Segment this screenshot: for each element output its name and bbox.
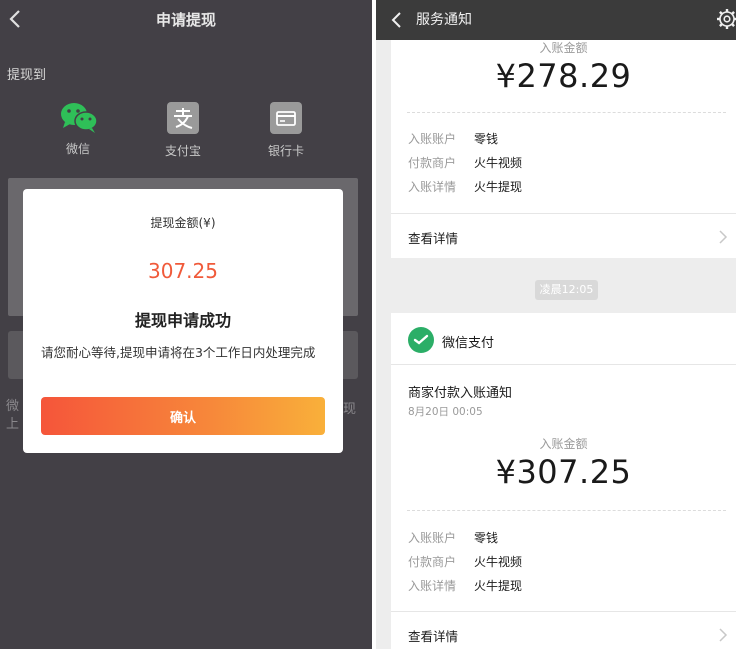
info-value: 火牛视频 — [474, 555, 523, 569]
divider — [391, 213, 736, 214]
view-details-link[interactable]: 查看详情 — [408, 228, 458, 247]
amount-label: 入账金额 — [539, 437, 588, 451]
info-row: 付款商户 火牛视频 — [408, 154, 522, 171]
method-label: 微信 — [65, 142, 90, 156]
method-label: 支付宝 — [164, 144, 201, 158]
wechat-icon — [59, 100, 98, 136]
wechat-pay-icon — [408, 327, 434, 353]
pay-service-name: 微信支付 — [442, 336, 495, 351]
info-value: 火牛视频 — [474, 156, 523, 170]
chevron-right-icon — [719, 628, 728, 642]
hint-text-left: 微 上 — [6, 399, 20, 432]
nav-bar: 申请提现 — [0, 0, 372, 38]
info-row: 入账账户 零钱 — [408, 529, 498, 546]
service-notice-screen: 入账金额 ¥278.29 入账账户 零钱 付款商户 火牛视频 入账详情 火牛提现 查看… — [376, 0, 736, 649]
amount-label: 入账金额 — [539, 41, 588, 55]
info-row: 付款商户 火牛视频 — [408, 553, 522, 570]
amount-value: ¥307.25 — [495, 453, 632, 491]
divider — [391, 364, 736, 365]
divider — [391, 611, 736, 612]
method-bank-card[interactable]: 银行卡 — [251, 100, 321, 159]
payment-card: 微信支付 商家付款入账通知 8月20日 00:05 入账金额 ¥307.25 入… — [391, 313, 736, 649]
amount-value: ¥278.29 — [495, 57, 632, 95]
info-key: 付款商户 — [408, 156, 457, 170]
dialog-message: 请您耐心等待,提现申请将在3个工作日内处理完成 — [41, 345, 316, 360]
payment-card: 入账金额 ¥278.29 入账账户 零钱 付款商户 火牛视频 入账详情 火牛提现 查看… — [391, 30, 736, 258]
withdraw-screen: 申请提现 提现到 微信 支付宝 银行卡 微 上 现 提现金额(¥) 307.25… — [0, 0, 372, 649]
method-alipay[interactable]: 支付宝 — [148, 100, 218, 159]
view-details-link[interactable]: 查看详情 — [408, 626, 458, 645]
dialog-title: 提现申请成功 — [134, 311, 231, 330]
gear-icon[interactable] — [714, 6, 736, 32]
confirm-button[interactable]: 确认 — [41, 397, 325, 435]
notice-title: 商家付款入账通知 — [408, 386, 513, 401]
info-key: 入账详情 — [408, 579, 457, 593]
info-value: 零钱 — [474, 132, 499, 146]
timestamp-pill: 凌晨12:05 — [535, 280, 598, 300]
info-key: 入账详情 — [408, 180, 457, 194]
withdraw-amount: 307.25 — [148, 259, 218, 283]
info-value: 火牛提现 — [474, 180, 523, 194]
withdraw-to-label: 提现到 — [7, 68, 47, 83]
amount-label: 提现金额(¥) — [150, 216, 216, 230]
page-title: 服务通知 — [416, 12, 472, 28]
back-arrow-icon[interactable] — [386, 7, 408, 33]
info-key: 入账账户 — [408, 132, 457, 146]
notice-date: 8月20日 00:05 — [408, 406, 483, 418]
nav-bar: 服务通知 — [376, 0, 736, 40]
info-value: 火牛提现 — [474, 579, 523, 593]
info-row: 入账详情 火牛提现 — [408, 577, 522, 594]
hint-text-right: 现 — [343, 402, 357, 417]
info-key: 入账账户 — [408, 531, 457, 545]
chevron-right-icon — [719, 230, 728, 244]
info-key: 付款商户 — [408, 555, 457, 569]
dashed-divider — [407, 112, 726, 113]
method-wechat[interactable]: 微信 — [43, 100, 113, 157]
alipay-icon — [164, 102, 202, 138]
info-row: 入账账户 零钱 — [408, 130, 498, 147]
bank-card-icon — [267, 102, 305, 138]
dashed-divider — [407, 510, 726, 511]
page-title: 申请提现 — [155, 11, 216, 29]
success-dialog: 提现金额(¥) 307.25 提现申请成功 请您耐心等待,提现申请将在3个工作日… — [23, 189, 343, 453]
method-label: 银行卡 — [267, 144, 304, 158]
info-row: 入账详情 火牛提现 — [408, 178, 522, 195]
info-value: 零钱 — [474, 531, 499, 545]
